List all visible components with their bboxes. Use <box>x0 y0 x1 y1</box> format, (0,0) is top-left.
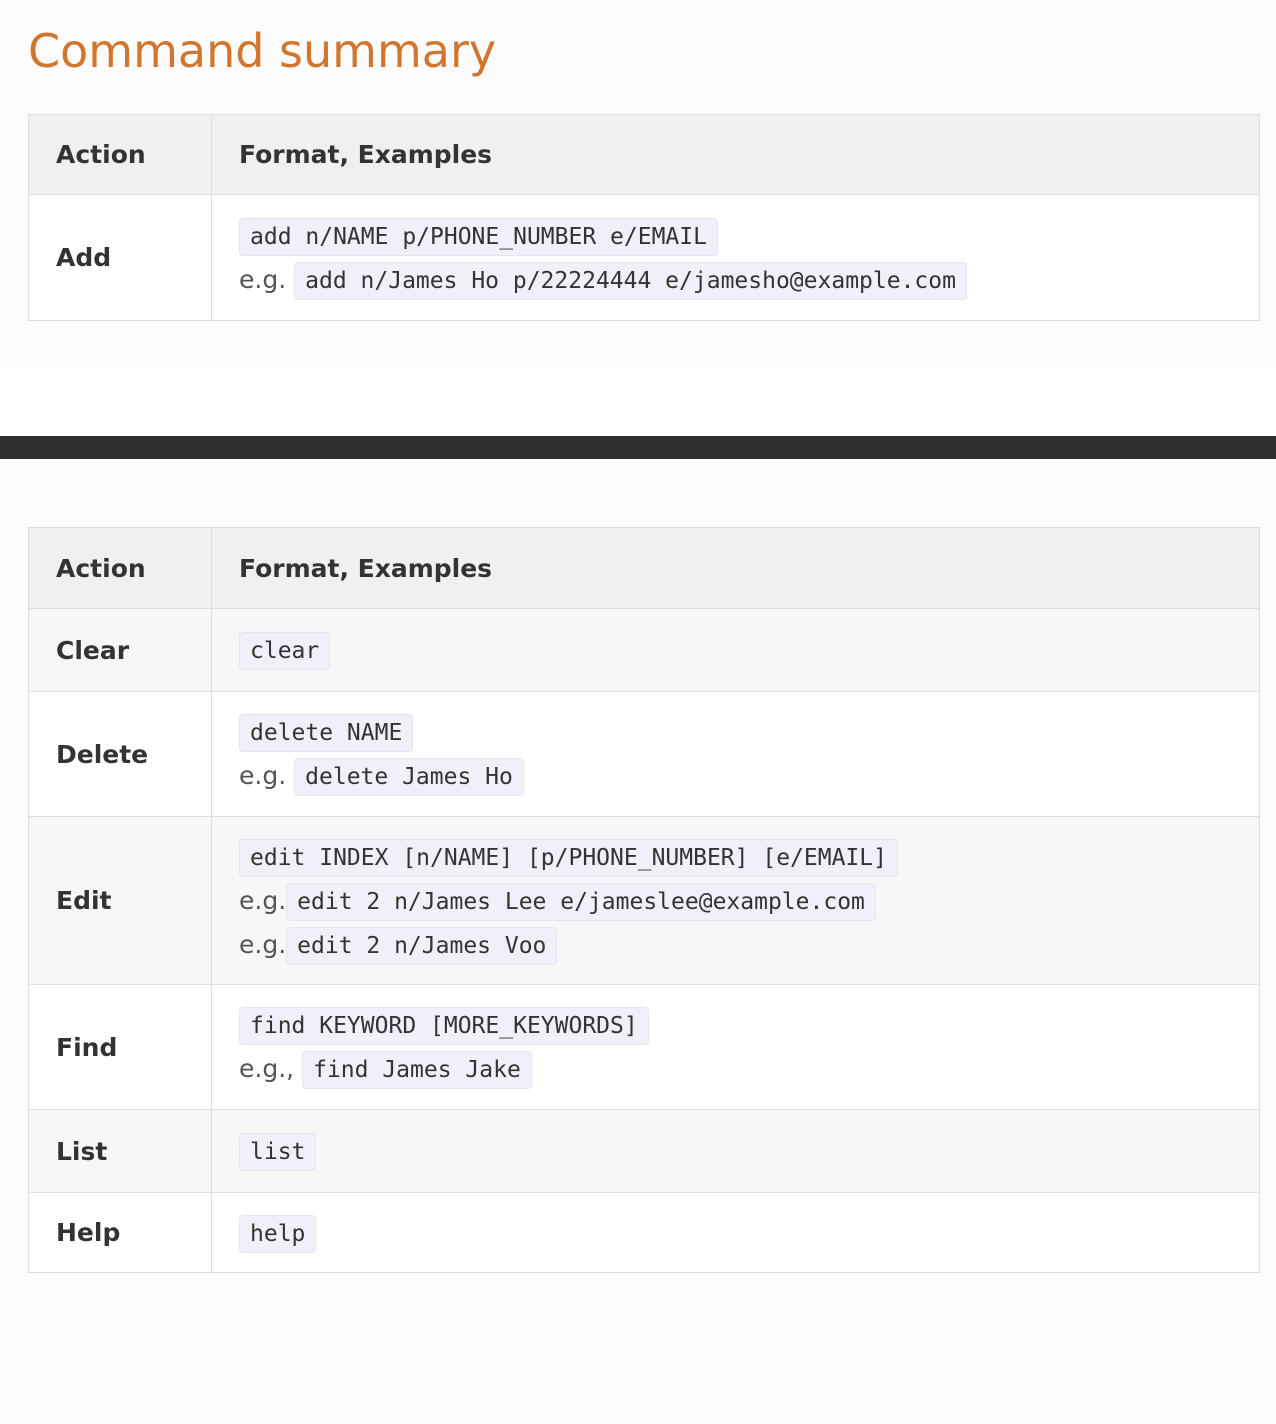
format-code: list <box>239 1133 317 1171</box>
example-prefix: e.g. <box>239 929 287 959</box>
example-code: delete James Ho <box>294 758 524 796</box>
table-header-row: Action Format, Examples <box>28 527 1260 609</box>
action-cell: Add <box>28 194 212 321</box>
format-cell: find KEYWORD [MORE_KEYWORDS] e.g., find J… <box>211 984 1260 1110</box>
header-action: Action <box>28 527 212 609</box>
format-cell: edit INDEX [n/NAME] [p/PHONE_NUMBER] [e/… <box>211 816 1260 985</box>
page-title: Command summary <box>28 24 497 78</box>
example-code: edit 2 n/James Lee e/jameslee@example.co… <box>286 882 876 921</box>
table-header-row: Action Format, Examples <box>28 114 1260 195</box>
example-prefix: e.g. <box>239 264 287 294</box>
format-code: help <box>239 1214 317 1253</box>
example-prefix: e.g. <box>239 885 287 915</box>
header-format: Format, Examples <box>211 114 1260 195</box>
example-prefix: e.g. <box>239 761 287 790</box>
format-code: delete NAME <box>239 714 414 752</box>
example-code: add n/James Ho p/22224444 e/jamesho@exam… <box>294 261 967 300</box>
header-action: Action <box>28 114 212 195</box>
table-row-list: List list <box>28 1109 1260 1193</box>
format-code: add n/NAME p/PHONE_NUMBER e/EMAIL <box>239 217 718 256</box>
format-cell: help <box>211 1192 1260 1273</box>
table-row-clear: Clear clear <box>28 608 1260 692</box>
table-row-delete: Delete delete NAME e.g. delete James Ho <box>28 691 1260 817</box>
format-cell: add n/NAME p/PHONE_NUMBER e/EMAIL e.g. ad… <box>211 194 1260 321</box>
format-code: clear <box>239 632 331 670</box>
action-cell: Edit <box>28 816 212 985</box>
example-code: edit 2 n/James Voo <box>286 926 558 965</box>
example-prefix: e.g., <box>239 1054 295 1083</box>
format-cell: clear <box>211 608 1260 692</box>
table-row-add: Add add n/NAME p/PHONE_NUMBER e/EMAIL e.… <box>28 194 1260 321</box>
header-format: Format, Examples <box>211 527 1260 609</box>
table-row-edit: Edit edit INDEX [n/NAME] [p/PHONE_NUMBER… <box>28 816 1260 985</box>
action-cell: Delete <box>28 691 212 817</box>
action-cell: List <box>28 1109 212 1193</box>
action-cell: Find <box>28 984 212 1110</box>
format-cell: delete NAME e.g. delete James Ho <box>211 691 1260 817</box>
action-cell: Help <box>28 1192 212 1273</box>
command-table-bottom: Action Format, Examples Clear clear Dele… <box>28 527 1260 1273</box>
table-row-help: Help help <box>28 1192 1260 1273</box>
table-row-find: Find find KEYWORD [MORE_KEYWORDS] e.g., f… <box>28 984 1260 1110</box>
format-code: edit INDEX [n/NAME] [p/PHONE_NUMBER] [e/… <box>239 838 898 877</box>
example-code: find James Jake <box>302 1051 532 1089</box>
action-cell: Clear <box>28 608 212 692</box>
section-divider-bar <box>0 436 1276 459</box>
format-cell: list <box>211 1109 1260 1193</box>
format-code: find KEYWORD [MORE_KEYWORDS] <box>239 1007 649 1045</box>
command-table-top: Action Format, Examples Add add n/NAME p… <box>28 114 1260 321</box>
